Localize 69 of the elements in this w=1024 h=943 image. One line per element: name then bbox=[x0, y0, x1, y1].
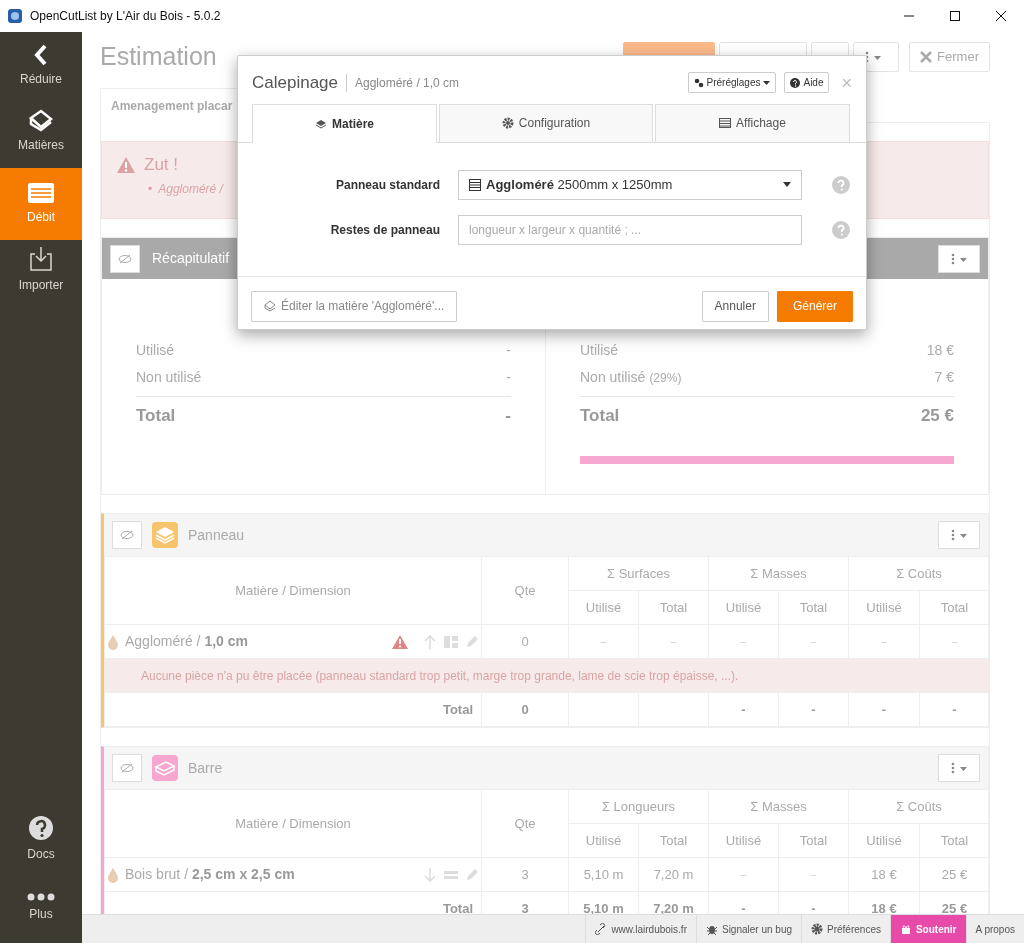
group-title: Barre bbox=[188, 758, 223, 778]
error-message: Aucune pièce n'a pu être placée (panneau standard trop petit, marge trop grande, lame de scie trop épaisse, ...). bbox=[104, 658, 990, 693]
group-title: Panneau bbox=[188, 525, 245, 545]
material-label: Bois brut / 2,5 cm x 2,5 cm bbox=[125, 865, 295, 884]
summary-value: 7 € bbox=[934, 368, 954, 387]
column-header: Σ Longueurs bbox=[568, 789, 709, 824]
table-cell: – bbox=[638, 624, 709, 659]
column-header: Σ Coûts bbox=[848, 556, 990, 591]
table-cell: 3 bbox=[481, 857, 569, 892]
table-cell: – bbox=[568, 624, 639, 659]
column-header: Total bbox=[778, 823, 849, 858]
column-header: Utilisé bbox=[568, 823, 639, 858]
column-header: Qte bbox=[481, 556, 569, 625]
alert-item: Aggloméré / bbox=[158, 180, 223, 198]
table-cell: - bbox=[708, 692, 779, 727]
column-header: Total bbox=[919, 823, 990, 858]
column-header: Utilisé bbox=[708, 823, 779, 858]
column-header: Matière / Dimension bbox=[104, 789, 482, 858]
list-bullet: • bbox=[148, 180, 153, 198]
summary-label: Non utilisé bbox=[136, 368, 202, 387]
column-header: Σ Coûts bbox=[848, 789, 990, 824]
summary-value: 18 € bbox=[926, 341, 954, 360]
column-header: Σ Masses bbox=[708, 789, 849, 824]
column-header: Utilisé bbox=[708, 590, 779, 625]
table-cell: – bbox=[848, 624, 920, 659]
summary-label: Utilisé bbox=[136, 341, 175, 360]
column-header: Total bbox=[778, 590, 849, 625]
total-label: Total bbox=[104, 692, 482, 727]
summary-note: (29%) bbox=[649, 371, 682, 385]
field-label: Restes de panneau bbox=[329, 221, 440, 239]
summary-title: Récapitulatif bbox=[152, 249, 230, 268]
material-label: Aggloméré / 1,0 cm bbox=[125, 632, 248, 651]
table-cell: – bbox=[778, 624, 849, 659]
column-header: Total bbox=[638, 590, 709, 625]
table-cell: 0 bbox=[481, 624, 569, 659]
column-header: Total bbox=[638, 823, 709, 858]
column-header: Σ Surfaces bbox=[568, 556, 709, 591]
table-cell: 5,10 m bbox=[568, 857, 639, 892]
table-cell: - bbox=[919, 692, 990, 727]
table-cell: 18 € bbox=[848, 857, 920, 892]
table-cell: – bbox=[778, 857, 849, 892]
table-cell: – bbox=[919, 624, 990, 659]
table-cell: 0 bbox=[481, 692, 569, 727]
summary-label: Utilisé bbox=[580, 341, 619, 360]
summary-value: - bbox=[506, 368, 511, 387]
dialog-subtitle: Aggloméré / 1,0 cm bbox=[346, 73, 460, 92]
column-header: Matière / Dimension bbox=[104, 556, 482, 625]
page-title: Estimation bbox=[100, 41, 217, 73]
summary-label: Non utilisé bbox=[580, 369, 646, 385]
summary-label: Total bbox=[580, 404, 620, 427]
table-cell: – bbox=[708, 624, 779, 659]
column-header: Utilisé bbox=[568, 590, 639, 625]
table-cell: - bbox=[778, 692, 849, 727]
column-header: Utilisé bbox=[848, 590, 920, 625]
column-header: Qte bbox=[481, 789, 569, 858]
summary-label: Total bbox=[136, 404, 176, 427]
alert-title: Zut ! bbox=[144, 154, 178, 176]
table-cell: 7,20 m bbox=[638, 857, 709, 892]
table-cell: – bbox=[708, 857, 779, 892]
column-header: Σ Masses bbox=[708, 556, 849, 591]
column-header: Total bbox=[919, 590, 990, 625]
summary-value: - bbox=[506, 341, 511, 360]
table-cell: - bbox=[848, 692, 920, 727]
column-header: Utilisé bbox=[848, 823, 920, 858]
summary-value: 25 € bbox=[920, 404, 954, 427]
summary-value: - bbox=[505, 404, 511, 427]
field-label: Panneau standard bbox=[334, 176, 440, 194]
table-cell: 25 € bbox=[919, 857, 990, 892]
window-title: OpenCutList by L'Air du Bois - 5.0.2 bbox=[30, 8, 221, 25]
